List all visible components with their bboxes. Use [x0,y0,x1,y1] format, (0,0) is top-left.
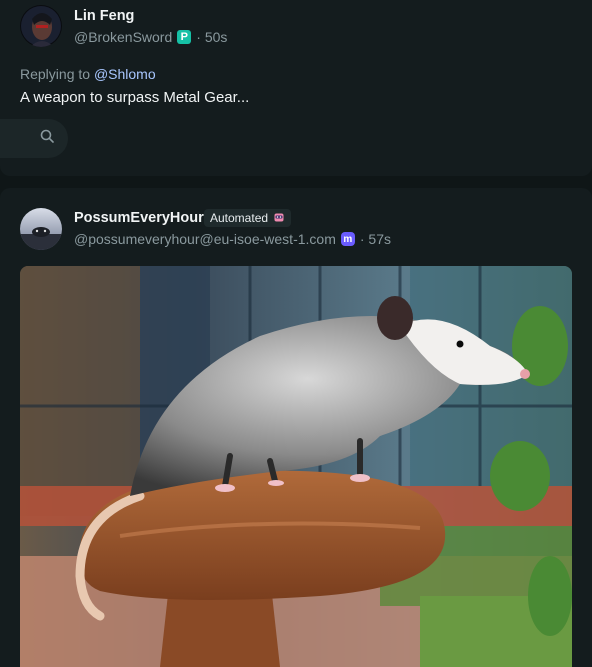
author-meta: @BrokenSword P · 50s [74,29,227,45]
author-name[interactable]: PossumEveryHour [74,210,204,226]
robot-icon [273,211,285,226]
reply-mention-link[interactable]: @Shlomo [94,66,156,82]
post-time[interactable]: · 50s [196,29,227,45]
author-handle[interactable]: @possumeveryhour@eu-isoe-west-1.com [74,231,336,247]
automated-badge: Automated [204,209,292,227]
search-icon [40,129,54,148]
post-card-lin-feng: Lin Feng @BrokenSword P · 50s Replying t… [0,0,592,176]
platform-badge-icon: P [177,30,192,44]
replying-prefix: Replying to [20,66,94,82]
avatar[interactable] [20,5,62,47]
post-text: A weapon to surpass Metal Gear... [20,89,250,106]
author-handle[interactable]: @BrokenSword [74,29,172,45]
author-name[interactable]: Lin Feng [74,8,134,24]
author-meta: @possumeveryhour@eu-isoe-west-1.com m · … [74,231,391,247]
post-image[interactable] [20,266,572,667]
replying-to: Replying to @Shlomo [20,66,156,82]
automated-label: Automated [210,211,269,225]
avatar[interactable] [20,208,62,250]
mastodon-icon: m [340,232,355,246]
search-button[interactable] [0,119,68,158]
post-time[interactable]: · 57s [360,231,391,247]
